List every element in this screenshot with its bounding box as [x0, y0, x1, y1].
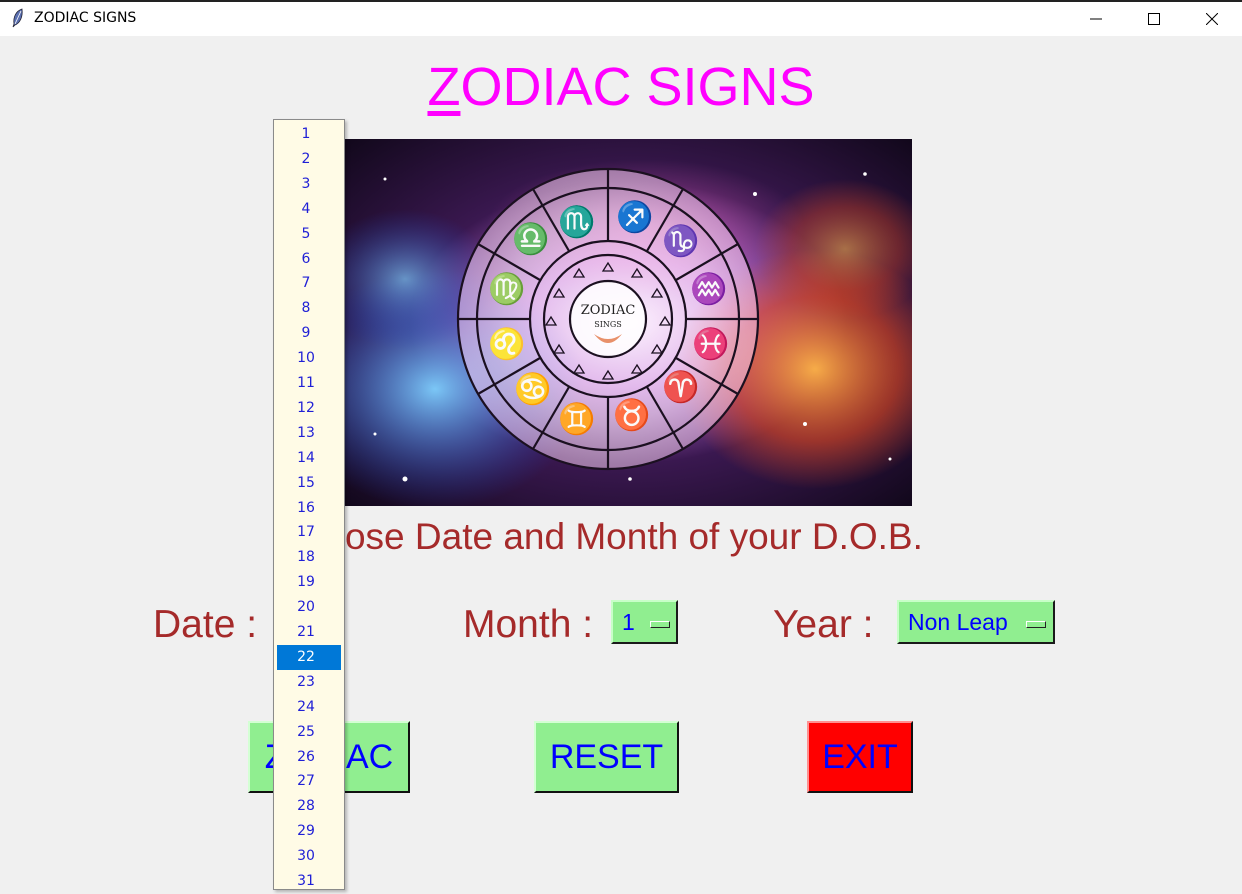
page-title-rest: ODIAC SIGNS: [460, 57, 815, 117]
date-option[interactable]: 22: [277, 644, 341, 670]
maximize-button[interactable]: [1125, 2, 1183, 36]
date-option[interactable]: 5: [277, 222, 341, 247]
date-option[interactable]: 28: [277, 794, 341, 819]
svg-text:♐: ♐: [616, 199, 653, 235]
window-title: ZODIAC SIGNS: [34, 10, 137, 26]
date-option[interactable]: 9: [277, 321, 341, 346]
date-option[interactable]: 6: [277, 247, 341, 272]
date-option[interactable]: 16: [277, 496, 341, 521]
minimize-icon: [1090, 18, 1102, 20]
date-option[interactable]: 27: [277, 769, 341, 794]
banner-center-subtitle: SINGS: [594, 320, 622, 329]
date-dropdown-list[interactable]: 1 2 3 4 5 6 7 8 9 10 11 12 13 14 15 16 17 18 19 20 21 22 23 24 2…: [273, 119, 345, 890]
date-option[interactable]: 24: [277, 695, 341, 720]
page-title-first-letter: Z: [427, 57, 461, 117]
date-option[interactable]: 4: [277, 197, 341, 222]
svg-text:♒: ♒: [690, 271, 727, 307]
minimize-button[interactable]: [1067, 2, 1125, 36]
close-button[interactable]: [1183, 2, 1241, 36]
date-option[interactable]: 2: [277, 147, 341, 172]
date-option[interactable]: 30: [277, 844, 341, 869]
date-label: Date :: [153, 603, 258, 646]
svg-text:♎: ♎: [512, 221, 549, 257]
year-select[interactable]: Non Leap: [897, 600, 1055, 644]
dropdown-indicator-icon: [1026, 621, 1046, 628]
svg-text:♑: ♑: [662, 223, 699, 259]
svg-text:♏: ♏: [558, 204, 595, 240]
date-option[interactable]: 15: [277, 471, 341, 496]
date-option[interactable]: 17: [277, 520, 341, 545]
svg-text:♓: ♓: [692, 326, 729, 362]
date-option[interactable]: 20: [277, 595, 341, 620]
reset-button[interactable]: RESET: [534, 721, 679, 793]
date-option[interactable]: 23: [277, 670, 341, 695]
banner-center-title: ZODIAC: [581, 303, 636, 318]
date-option[interactable]: 19: [277, 570, 341, 595]
date-option[interactable]: 7: [277, 271, 341, 296]
month-label: Month :: [463, 603, 594, 646]
date-option[interactable]: 13: [277, 421, 341, 446]
date-option[interactable]: 8: [277, 296, 341, 321]
dob-prompt: Choose Date and Month of your D.O.B.: [277, 516, 923, 557]
date-option[interactable]: 3: [277, 172, 341, 197]
feather-icon: [12, 8, 23, 28]
date-option[interactable]: 31: [277, 869, 341, 894]
date-option[interactable]: 29: [277, 819, 341, 844]
date-option[interactable]: 26: [277, 745, 341, 770]
svg-text:♊: ♊: [558, 401, 595, 437]
month-select-value: 1: [622, 609, 635, 635]
zodiac-wheel-image: ♏ ♐ ♑ ♒ ♓ ♈ ♉ ♊ ♋ ♌ ♍ ♎ ZODIAC SINGS: [345, 139, 912, 506]
date-option[interactable]: 25: [277, 720, 341, 745]
exit-button[interactable]: EXIT: [807, 721, 913, 793]
svg-text:♈: ♈: [662, 369, 699, 405]
svg-text:♉: ♉: [613, 397, 650, 433]
svg-text:♋: ♋: [514, 371, 551, 407]
date-option[interactable]: 12: [277, 396, 341, 421]
dropdown-indicator-icon: [650, 621, 670, 628]
maximize-icon: [1148, 13, 1160, 25]
svg-text:♌: ♌: [488, 326, 525, 362]
date-option[interactable]: 14: [277, 446, 341, 471]
date-option[interactable]: 1: [277, 122, 341, 147]
date-option[interactable]: 21: [277, 620, 341, 645]
title-bar: ZODIAC SIGNS: [0, 0, 1242, 36]
month-select[interactable]: 1: [611, 600, 678, 644]
date-option[interactable]: 18: [277, 545, 341, 570]
year-select-value: Non Leap: [908, 609, 1008, 635]
page-title: ZODIAC SIGNS: [0, 56, 1242, 118]
year-label: Year :: [773, 603, 874, 646]
date-option[interactable]: 10: [277, 346, 341, 371]
close-icon: [1206, 13, 1218, 25]
date-option[interactable]: 11: [277, 371, 341, 396]
svg-text:♍: ♍: [488, 271, 525, 307]
